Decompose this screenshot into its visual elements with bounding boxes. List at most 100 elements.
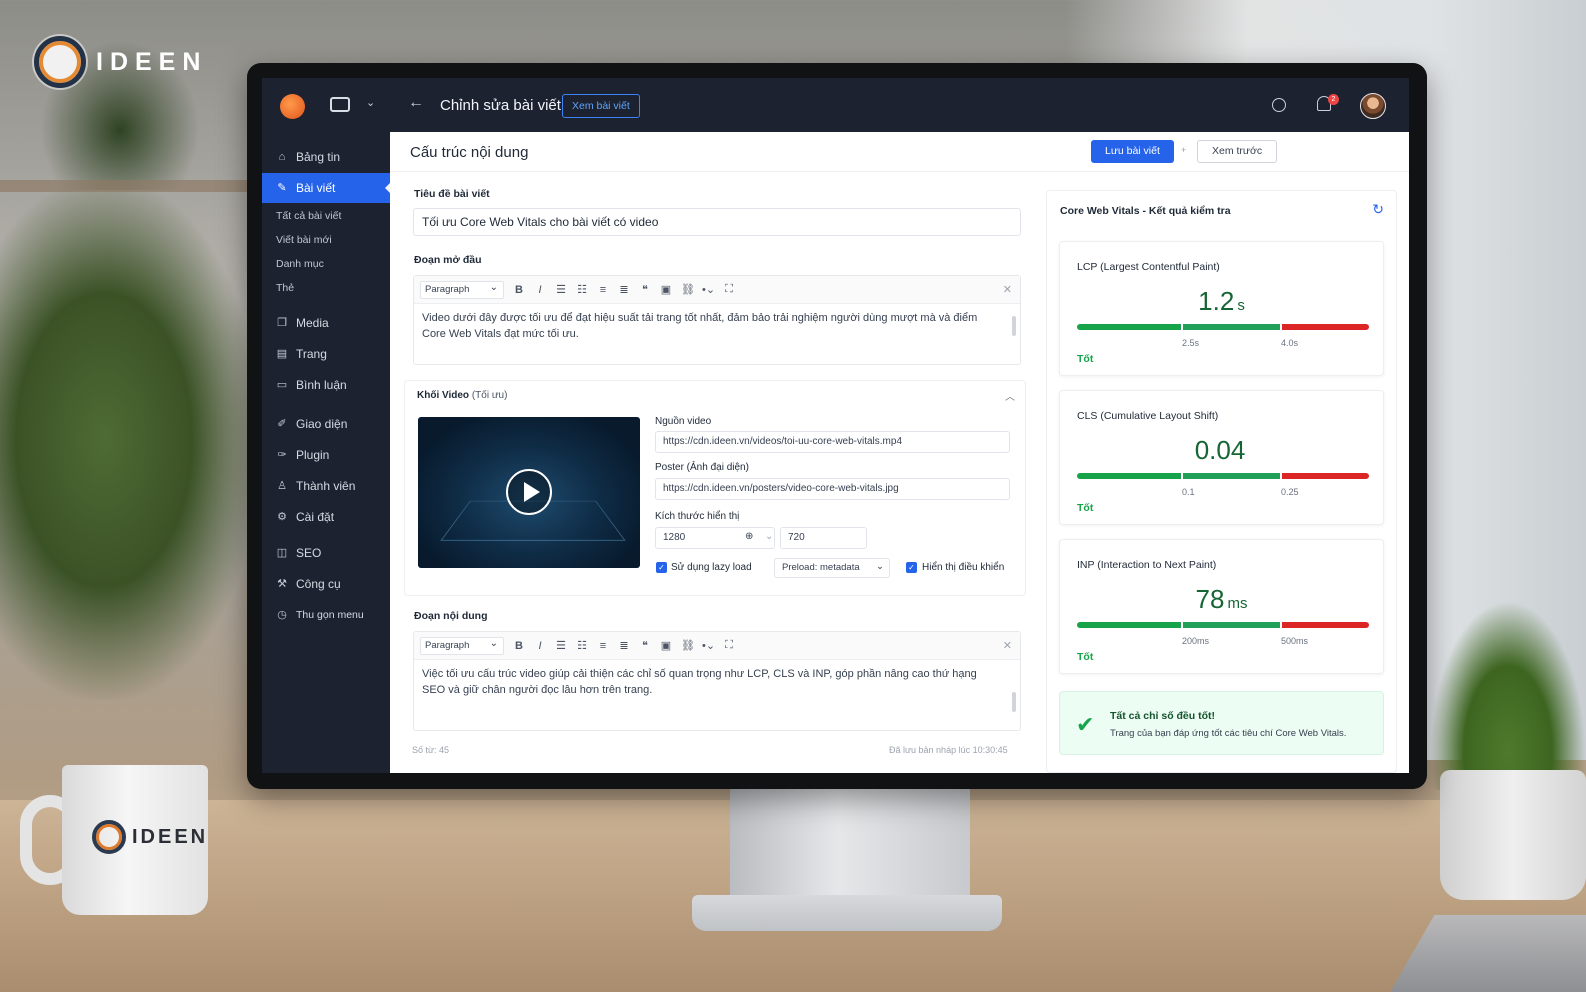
chevron-down-icon[interactable]: ⌄ [765,531,773,542]
editor-scrollbar[interactable] [1012,692,1016,712]
gear-icon: ⚙ [277,511,287,523]
intro-editor[interactable]: Paragraph B I ☰ ☷ ≡ ≣ ❝ ▣ ⛓ •⌄ ⛶ ✕ Video… [413,275,1021,365]
seo-icon: ◫ [276,547,288,559]
title-input[interactable]: Tối ưu Core Web Vitals cho bài viết có v… [413,208,1021,236]
preload-select[interactable]: Preload: metadata ⌄ [774,558,890,578]
sidebar-item-appearance[interactable]: ✐ Giao diện [262,409,390,439]
editor-toolbar: Paragraph B I ☰ ☷ ≡ ≣ ❝ ▣ ⛓ •⌄ ⛶ ✕ [414,276,1020,304]
more-icon[interactable]: •⌄ [702,283,715,296]
align-left-icon[interactable]: ≡ [597,640,609,652]
sidebar-item-posts[interactable]: ✎ Bài viết [262,173,391,203]
chevron-down-icon[interactable]: ⌄ [366,96,375,109]
sidebar-item-tools[interactable]: ⚒ Công cụ [262,569,390,599]
content-text[interactable]: Việc tối ưu cấu trúc video giúp cải thiệ… [414,660,1020,704]
sidebar-subitem-all-posts[interactable]: Tất cả bài viết [262,204,390,228]
status-badge: Tốt [1077,353,1094,365]
sidebar-item-media[interactable]: ❐ Media [262,308,390,338]
metric-bar [1077,622,1369,628]
background-plant [0,180,260,700]
metric-unit: s [1237,297,1245,314]
content-editor[interactable]: Paragraph B I ☰ ☷ ≡ ≣ ❝ ▣ ⛓ •⌄ ⛶ ✕ Việc … [413,631,1021,731]
refresh-icon[interactable]: ↻ [1372,201,1384,218]
lazy-load-label: Sử dụng lazy load [671,562,752,573]
metric-card-lcp: LCP (Largest Contentful Paint) 1.2 s 2.5s… [1059,241,1384,376]
sidebar-item-seo[interactable]: ◫ SEO [262,538,390,568]
quote-icon[interactable]: ❝ [639,639,651,652]
summary-text: Trang của bạn đáp ứng tốt các tiêu chí C… [1110,728,1347,739]
sidebar-item-comments[interactable]: ▭ Bình luận [262,370,390,400]
app-logo-icon[interactable] [280,94,305,119]
bullet-list-icon[interactable]: ☰ [555,639,567,652]
view-post-button[interactable]: Xem bài viết [562,94,640,118]
close-icon[interactable]: ✕ [1003,639,1012,652]
threshold-1: 200ms [1182,636,1210,646]
section-heading: Cấu trúc nội dung [410,144,529,161]
link-icon[interactable]: ⛓ [681,283,695,296]
sidebar-item-collapse[interactable]: ◷ Thu gọn menu [262,600,390,630]
page-title: Chỉnh sửa bài viết [440,97,561,114]
align-left-icon[interactable]: ≡ [597,284,609,296]
italic-icon[interactable]: I [534,640,546,652]
site-switcher-icon[interactable] [330,97,350,112]
mug-logo: IDEEN [92,820,208,854]
bold-icon[interactable]: B [513,284,525,296]
width-input[interactable]: 1280 [655,527,775,549]
align-center-icon[interactable]: ≣ [618,639,630,652]
help-icon[interactable] [1272,98,1286,112]
metric-value: 1.2 s [1198,286,1245,316]
sidebar-item-users[interactable]: ♙ Thành viên [262,471,390,501]
link-icon[interactable]: ⛓ [681,639,695,652]
metric-card-cls: CLS (Cumulative Layout Shift) 0.04 0.1 0… [1059,390,1384,525]
numbered-list-icon[interactable]: ☷ [576,283,588,296]
threshold-1: 2.5s [1182,338,1200,348]
sidebar-item-plugins[interactable]: ✑ Plugin [262,440,390,470]
height-input[interactable]: 720 [780,527,867,549]
sidebar-subitem-tags[interactable]: Thẻ [262,276,390,300]
editor-scrollbar[interactable] [1012,316,1016,336]
numbered-list-icon[interactable]: ☷ [576,639,588,652]
play-icon[interactable] [506,469,552,515]
summary-title: Tất cả chỉ số đều tốt! [1110,710,1216,722]
poster-input[interactable]: https://cdn.ideen.vn/posters/video-core-… [655,478,1010,500]
draft-saved-status: Đã lưu bản nháp lúc 10:30:45 [889,745,1008,755]
preview-button[interactable]: Xem trước [1197,140,1278,163]
metric-bar [1077,324,1369,330]
chevron-up-icon[interactable]: ︿ [1005,388,1015,403]
plus-separator: + [1181,145,1187,155]
avatar[interactable] [1360,93,1386,119]
video-block-note: (Tối ưu) [471,390,508,401]
content-label: Đoạn nội dung [414,610,488,622]
sidebar-subitem-categories[interactable]: Danh mục [262,252,390,276]
align-center-icon[interactable]: ≣ [618,283,630,296]
sidebar-item-pages[interactable]: ▤ Trang [262,339,390,369]
lazy-load-checkbox[interactable]: ✓ [656,562,667,573]
video-thumbnail[interactable] [418,417,640,568]
paragraph-select[interactable]: Paragraph [420,636,504,655]
mug-logo-icon [92,820,126,854]
more-icon[interactable]: •⌄ [702,639,715,652]
fullscreen-icon[interactable]: ⛶ [723,639,735,652]
bold-icon[interactable]: B [513,640,525,652]
bullet-list-icon[interactable]: ☰ [555,283,567,296]
sidebar-item-settings[interactable]: ⚙ Cài đặt [262,502,390,532]
paragraph-select[interactable]: Paragraph [420,280,504,299]
background-shelf [0,180,260,192]
intro-text[interactable]: Video dưới đây được tối ưu để đạt hiệu s… [414,304,1020,348]
video-source-input[interactable]: https://cdn.ideen.vn/videos/toi-uu-core-… [655,431,1010,453]
quote-icon[interactable]: ❝ [639,283,651,296]
sidebar-subitem-new-post[interactable]: Viết bài mới [262,228,390,252]
italic-icon[interactable]: I [534,284,546,296]
notification-badge: 2 [1328,94,1339,105]
media-insert-icon[interactable]: ▣ [660,283,672,296]
save-post-button[interactable]: Lưu bài viết [1091,140,1174,163]
fullscreen-icon[interactable]: ⛶ [723,283,735,296]
metric-value: 78 ms [1195,584,1248,614]
link-dimensions-icon[interactable]: ⊕ [745,531,753,542]
show-controls-checkbox[interactable]: ✓ [906,562,917,573]
metric-unit: ms [1227,595,1248,612]
threshold-1: 0.1 [1182,487,1195,497]
arrow-left-icon[interactable]: ← [408,94,424,112]
sidebar-item-dashboard[interactable]: ⌂ Bảng tin [262,142,390,172]
media-insert-icon[interactable]: ▣ [660,639,672,652]
close-icon[interactable]: ✕ [1003,283,1012,296]
